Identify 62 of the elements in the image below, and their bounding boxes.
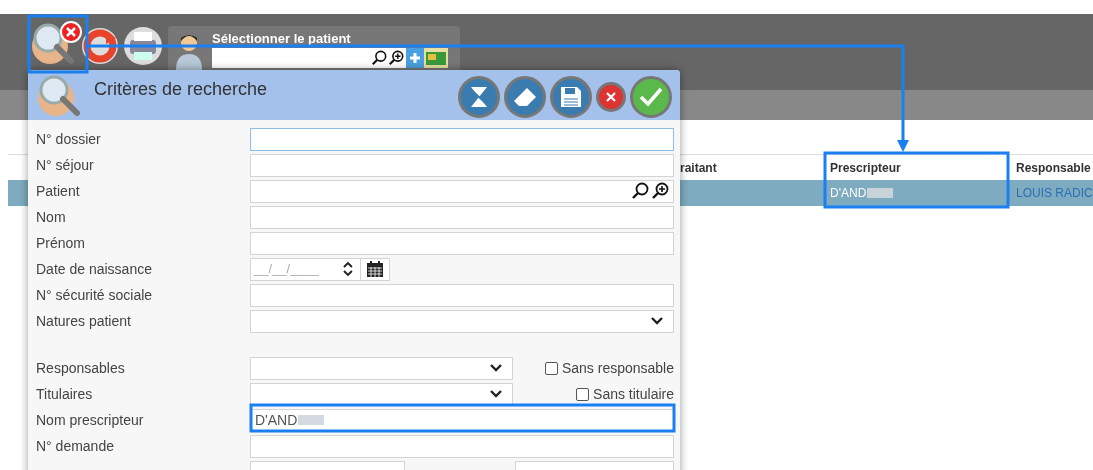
checkmark-icon: [639, 87, 663, 107]
eraser-button[interactable]: [504, 76, 546, 118]
dialog-title: Critères de recherche: [94, 78, 268, 101]
field-label: Date de naissance: [36, 259, 153, 279]
input-field[interactable]: [250, 179, 674, 203]
printer-icon[interactable]: [122, 26, 164, 66]
checkbox-label: Sans responsable: [561, 358, 674, 378]
input-field[interactable]: [250, 153, 674, 177]
zoom-in-icon[interactable]: [388, 50, 404, 66]
dropdown-field[interactable]: [250, 382, 513, 406]
hourglass-button[interactable]: [458, 76, 500, 118]
field-label: Natures patient: [36, 311, 132, 331]
field-label: Responsables: [36, 358, 126, 378]
refresh-icon[interactable]: [80, 26, 120, 66]
field-label: Titulaires: [36, 384, 94, 404]
field-label: N° sécurité sociale: [36, 285, 154, 305]
close-button[interactable]: [596, 82, 626, 112]
input-field[interactable]: [250, 127, 674, 151]
table-cell: D'AND: [822, 184, 1008, 202]
spinner-icon[interactable]: [342, 261, 354, 277]
input-field[interactable]: [250, 231, 674, 255]
date-placeholder: __/__/____: [252, 260, 321, 279]
calendar-icon[interactable]: [366, 260, 384, 278]
field-label: Prénom: [36, 233, 87, 253]
confirm-button[interactable]: [630, 76, 672, 118]
field-label: Nom prescripteur: [36, 410, 145, 430]
eraser-icon: [513, 87, 537, 107]
checkbox[interactable]: [544, 361, 558, 375]
field-value: D'AND: [255, 410, 298, 430]
close-badge-icon[interactable]: [60, 21, 82, 43]
close-icon: [606, 92, 616, 102]
person-icon: [174, 32, 204, 70]
chevron-down-icon: [490, 390, 502, 398]
field-label: Nom: [36, 207, 67, 227]
field-label: N° dossier: [36, 129, 102, 149]
card-icon[interactable]: [424, 48, 448, 68]
checkbox-label: Sans titulaire: [593, 384, 674, 404]
hourglass-icon: [469, 86, 489, 108]
blurred-text: [298, 415, 325, 425]
chevron-down-icon: [490, 364, 502, 372]
field-label: Patient: [36, 181, 81, 201]
dropdown-field[interactable]: [250, 309, 674, 333]
input-field[interactable]: D'AND: [250, 408, 674, 432]
patient-search-field[interactable]: [212, 48, 406, 68]
save-button[interactable]: [550, 76, 592, 118]
chevron-down-icon: [651, 317, 663, 325]
dropdown-field[interactable]: [250, 356, 513, 380]
blurred-text: [867, 188, 894, 198]
checkbox[interactable]: [576, 387, 590, 401]
search-icon[interactable]: [631, 182, 649, 200]
field-label: N° demande: [36, 436, 115, 456]
column-header[interactable]: Prescripteur: [822, 158, 1008, 177]
patient-selector-title: Sélectionner le patient: [212, 31, 352, 47]
plus-icon[interactable]: [406, 48, 424, 68]
table-cell-text: LOUIS RADIC: [1015, 185, 1093, 202]
field-label: N° séjour: [36, 155, 95, 175]
zoom-in-icon[interactable]: [651, 182, 669, 200]
column-header[interactable]: Responsable: [1008, 158, 1093, 177]
input-field[interactable]: [250, 205, 674, 229]
search-icon[interactable]: [371, 50, 387, 66]
input-field[interactable]: [250, 283, 674, 307]
input-field[interactable]: [250, 434, 674, 458]
